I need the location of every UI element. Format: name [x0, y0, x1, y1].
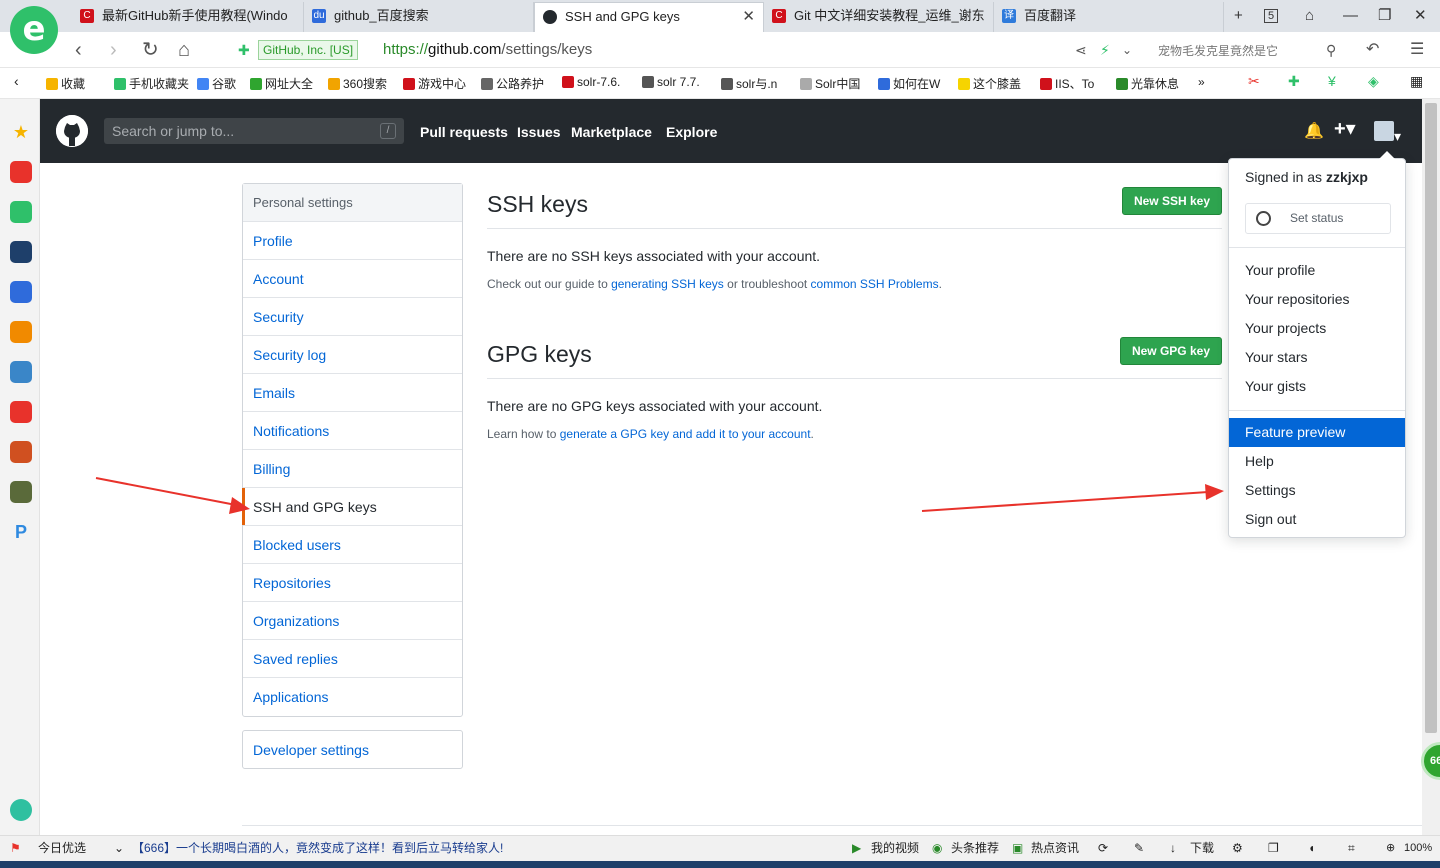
arrow-to-ssh-keys	[95, 477, 250, 514]
page-scrollbar[interactable]	[1422, 99, 1440, 835]
headline-recommend-link[interactable]: 头条推荐	[951, 836, 999, 860]
annotation-arrows	[95, 477, 1224, 514]
browser-logo-icon: e	[10, 6, 58, 54]
zoom-level[interactable]: 100%	[1404, 836, 1432, 860]
zoom-icon[interactable]: ⊕	[1386, 836, 1395, 860]
settings-icon[interactable]: ⚙	[1232, 836, 1243, 860]
browser-status-bar: ⚑ 今日优选 ⌄ 【666】一个长期喝白酒的人，竟然变成了这样！看到后立马转给家…	[0, 835, 1440, 861]
chevron-down-icon[interactable]: ⌄	[114, 836, 124, 860]
arrow-to-settings	[921, 484, 1224, 512]
pin-icon[interactable]: ✎	[1134, 836, 1144, 860]
sync-icon[interactable]: ⟳	[1098, 836, 1108, 860]
os-taskbar	[0, 861, 1440, 868]
news-ticker[interactable]: 【666】一个长期喝白酒的人，竟然变成了这样！看到后立马转给家人!	[132, 836, 503, 860]
hot-news-link[interactable]: 热点资讯	[1031, 836, 1079, 860]
gift-icon[interactable]: ⚑	[10, 836, 21, 860]
today-picks-label[interactable]: 今日优选	[38, 836, 86, 860]
download-icon[interactable]: ↓	[1170, 836, 1176, 860]
my-videos-link[interactable]: 我的视频	[871, 836, 919, 860]
scrollbar-thumb[interactable]	[1425, 103, 1437, 733]
screenshot-icon[interactable]: ⌗	[1348, 836, 1355, 860]
hot-news-icon: ▣	[1012, 841, 1024, 855]
window-icon[interactable]: ❐	[1268, 836, 1279, 860]
download-link[interactable]: 下载	[1190, 836, 1214, 860]
video-icon: ▶	[852, 841, 862, 855]
speaker-icon[interactable]: ◖	[1308, 836, 1315, 860]
headline-icon: ◉	[932, 841, 943, 855]
